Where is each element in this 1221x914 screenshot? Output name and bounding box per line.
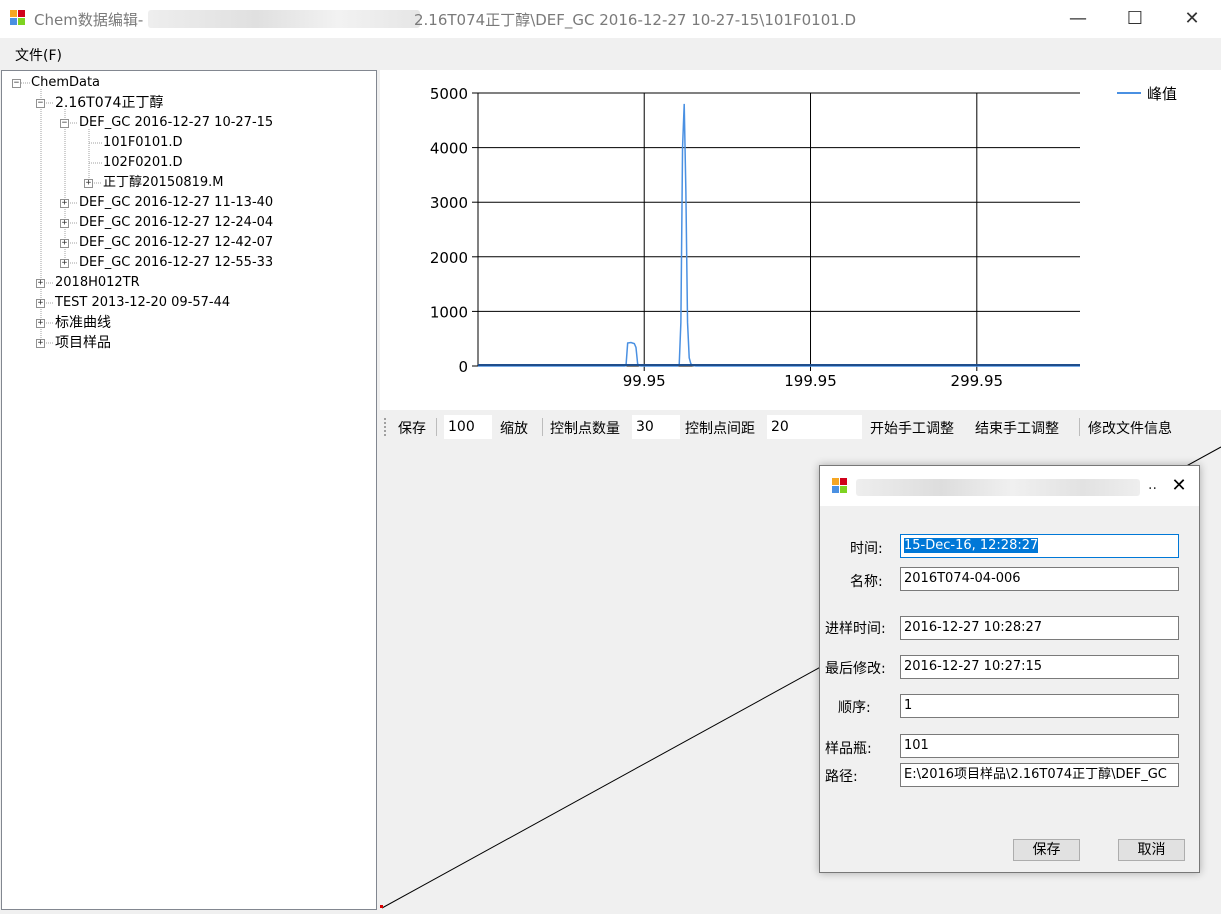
- order-label: 顺序:: [838, 700, 871, 716]
- y-tick-label: 3000: [430, 194, 468, 212]
- tree-node-folder[interactable]: DEF_GC 2016-12-27 11-13-40: [79, 193, 273, 213]
- dialog-close-button[interactable]: ✕: [1164, 472, 1194, 500]
- path-field[interactable]: E:\2016项目样品\2.16T074正丁醇\DEF_GC: [900, 763, 1179, 787]
- control-point-distance-input[interactable]: 20: [767, 415, 862, 439]
- file-info-dialog: .. ✕ 时间: 15-Dec-16, 12:28:27 名称: 2016T07…: [819, 465, 1200, 873]
- expander-expand-icon[interactable]: +: [60, 239, 69, 248]
- menu-file[interactable]: 文件(F): [15, 45, 62, 65]
- series-line: [478, 103, 1080, 367]
- app-icon: [10, 10, 25, 25]
- close-button[interactable]: ✕: [1163, 0, 1221, 38]
- zoom-input[interactable]: 100: [444, 415, 492, 439]
- inject-time-label: 进样时间:: [825, 621, 886, 637]
- tree-node-folder[interactable]: DEF_GC 2016-12-27 12-24-04: [79, 213, 273, 233]
- menu-bar: 文件(F): [0, 38, 1221, 69]
- dialog-title-bar: .. ✕: [820, 466, 1199, 506]
- control-point-distance-label: 控制点间距: [685, 421, 755, 437]
- dialog-save-button[interactable]: 保存: [1013, 839, 1080, 861]
- expander-expand-icon[interactable]: +: [36, 279, 45, 288]
- order-field[interactable]: 1: [900, 694, 1179, 718]
- tree-view[interactable]: − ChemData − 2.16T074正丁醇 − DEF_GC 2016-1…: [1, 70, 377, 910]
- x-tick-label: 199.95: [784, 372, 837, 390]
- tree-node-project[interactable]: 标准曲线: [55, 313, 111, 333]
- expander-expand-icon[interactable]: +: [60, 199, 69, 208]
- window-title-suffix: 2.16T074正丁醇\DEF_GC 2016-12-27 10-27-15\1…: [414, 11, 857, 29]
- expander-expand-icon[interactable]: +: [84, 179, 93, 188]
- title-redacted: [148, 10, 420, 28]
- tree-node-folder[interactable]: DEF_GC 2016-12-27 12-55-33: [79, 253, 273, 273]
- name-label: 名称:: [850, 574, 883, 590]
- expander-expand-icon[interactable]: +: [36, 339, 45, 348]
- chart-panel: 5000 4000 3000 2000 1000 0 99.95 199.95 299.95 峰…: [380, 70, 1221, 410]
- tree-node-file[interactable]: 101F0101.D: [103, 133, 183, 153]
- legend-label: 峰值: [1147, 85, 1177, 103]
- chart-ticks: 5000 4000 3000 2000 1000 0 99.95 199.95 299.95: [430, 85, 1003, 390]
- zoom-button[interactable]: 缩放: [500, 418, 528, 438]
- tree-node-project[interactable]: 项目样品: [55, 333, 111, 353]
- tree-node-chemdata[interactable]: ChemData: [31, 73, 100, 93]
- tree-node-project[interactable]: TEST 2013-12-20 09-57-44: [55, 293, 230, 313]
- vial-label: 样品瓶:: [825, 741, 872, 757]
- window-title-prefix: Chem数据编辑-: [34, 11, 144, 29]
- tree-node-file[interactable]: 102F0201.D: [103, 153, 183, 173]
- end-manual-adjust-button[interactable]: 结束手工调整: [975, 418, 1059, 438]
- toolbar-separator: [436, 418, 437, 436]
- expander-collapse-icon[interactable]: −: [12, 79, 21, 88]
- toolbar-grip-icon[interactable]: [384, 418, 388, 436]
- vial-field[interactable]: 101: [900, 734, 1179, 758]
- minimize-button[interactable]: —: [1049, 0, 1107, 38]
- name-field[interactable]: 2016T074-04-006: [900, 567, 1179, 591]
- chart-grid: [477, 92, 1080, 367]
- time-field[interactable]: 15-Dec-16, 12:28:27: [900, 534, 1179, 558]
- expander-collapse-icon[interactable]: −: [36, 99, 45, 108]
- y-tick-label: 2000: [430, 249, 468, 267]
- expander-expand-icon[interactable]: +: [60, 259, 69, 268]
- time-value: 15-Dec-16, 12:28:27: [904, 538, 1039, 553]
- edit-toolbar: 保存 100 缩放 控制点数量 30 控制点间距 20 开始手工调整 结束手工调…: [380, 412, 1221, 442]
- inject-time-field[interactable]: 2016-12-27 10:28:27: [900, 616, 1179, 640]
- path-label: 路径:: [825, 769, 858, 785]
- last-modified-field[interactable]: 2016-12-27 10:27:15: [900, 655, 1179, 679]
- chromatogram-chart: 5000 4000 3000 2000 1000 0 99.95 199.95 299.95 峰…: [430, 85, 1177, 390]
- tree-node-folder[interactable]: DEF_GC 2016-12-27 12-42-07: [79, 233, 273, 253]
- tree-node-project[interactable]: 2018H012TR: [55, 273, 140, 293]
- expander-expand-icon[interactable]: +: [36, 319, 45, 328]
- expander-collapse-icon[interactable]: −: [60, 119, 69, 128]
- y-tick-label: 1000: [430, 303, 468, 321]
- toolbar-separator: [542, 418, 543, 436]
- expander-expand-icon[interactable]: +: [36, 299, 45, 308]
- control-point-count-label: 控制点数量: [550, 421, 620, 437]
- chart-series: [478, 103, 1080, 367]
- dialog-title-ellipsis: ..: [1148, 477, 1157, 493]
- dialog-title-redacted: [856, 479, 1140, 496]
- control-point-count-input[interactable]: 30: [632, 415, 680, 439]
- toolbar-separator: [1079, 418, 1080, 436]
- tree-node-project[interactable]: 2.16T074正丁醇: [55, 93, 163, 113]
- maximize-button[interactable]: ☐: [1106, 0, 1164, 38]
- tree-node-folder[interactable]: DEF_GC 2016-12-27 10-27-15: [79, 113, 273, 133]
- app-icon: [832, 478, 847, 493]
- y-tick-label: 4000: [430, 140, 468, 158]
- save-button[interactable]: 保存: [398, 418, 426, 438]
- x-tick-label: 99.95: [623, 372, 666, 390]
- y-tick-label: 0: [458, 358, 468, 376]
- last-modified-label: 最后修改:: [825, 661, 886, 677]
- dialog-cancel-button[interactable]: 取消: [1118, 839, 1185, 861]
- start-manual-adjust-button[interactable]: 开始手工调整: [870, 418, 954, 438]
- time-label: 时间:: [850, 541, 883, 557]
- title-bar: Chem数据编辑- 2.16T074正丁醇\DEF_GC 2016-12-27 …: [0, 0, 1221, 38]
- edit-file-info-button[interactable]: 修改文件信息: [1088, 418, 1172, 438]
- y-tick-label: 5000: [430, 85, 468, 103]
- tree-node-method[interactable]: 正丁醇20150819.M: [103, 173, 224, 193]
- expander-expand-icon[interactable]: +: [60, 219, 69, 228]
- control-point-marker[interactable]: [380, 905, 383, 908]
- x-tick-label: 299.95: [951, 372, 1004, 390]
